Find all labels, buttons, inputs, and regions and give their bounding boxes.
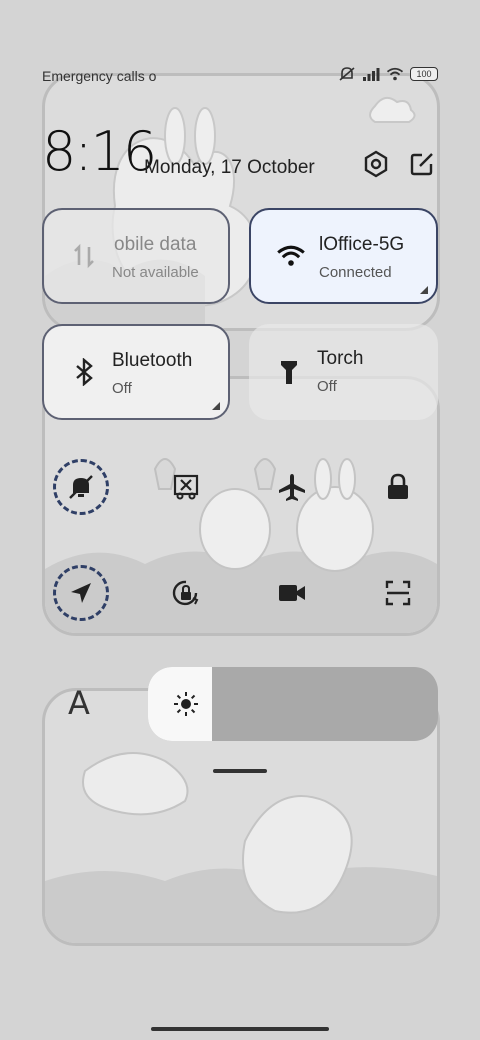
status-icons: 100	[338, 66, 438, 82]
expand-corner-icon[interactable]	[420, 286, 428, 294]
silent-mode-icon	[69, 475, 93, 499]
panel-drag-handle[interactable]	[213, 769, 267, 773]
wifi-icon	[386, 67, 404, 81]
sun-icon	[172, 690, 200, 723]
screenshot-button[interactable]	[158, 459, 214, 515]
location-button[interactable]	[53, 565, 109, 621]
tile-mobile-data-subtitle: Not available	[112, 264, 199, 281]
scanner-button[interactable]	[370, 565, 426, 621]
expand-corner-icon[interactable]	[212, 402, 220, 410]
tile-wifi[interactable]: lOffice-5G Connected	[249, 208, 438, 304]
auto-rotate-button[interactable]	[158, 565, 214, 621]
tile-wifi-subtitle: Connected	[319, 264, 392, 281]
tile-torch[interactable]: Torch Off	[249, 324, 438, 420]
auto-rotate-icon	[172, 580, 199, 606]
airplane-mode-icon	[279, 474, 305, 501]
screen-recorder-icon	[279, 585, 305, 601]
tile-bluetooth-subtitle: Off	[112, 380, 132, 397]
tile-wifi-title: lOffice-5G	[319, 234, 405, 255]
tile-torch-title: Torch	[317, 348, 364, 369]
scanner-icon	[385, 580, 411, 606]
clock-time: 8:16	[42, 120, 157, 183]
brightness-slider[interactable]	[148, 667, 438, 741]
signal-icon	[363, 68, 380, 81]
tile-torch-subtitle: Off	[317, 378, 337, 395]
mute-icon	[339, 67, 355, 81]
lock-screen-button[interactable]	[370, 459, 426, 515]
screenshot-icon	[173, 474, 199, 500]
lock-screen-icon	[388, 473, 408, 499]
home-indicator[interactable]	[151, 1027, 329, 1031]
status-carrier-text: Emergency calls o	[42, 68, 157, 84]
tile-bluetooth-title: Bluetooth	[112, 350, 193, 371]
torch-icon	[275, 358, 303, 386]
bluetooth-icon	[70, 358, 98, 386]
screen-recorder-button[interactable]	[264, 565, 320, 621]
wifi-icon	[277, 242, 305, 270]
settings-icon[interactable]	[362, 150, 390, 178]
battery-icon: 100	[410, 67, 438, 81]
edit-icon[interactable]	[408, 150, 436, 178]
auto-brightness-label[interactable]: A	[68, 684, 90, 722]
tile-bluetooth[interactable]: Bluetooth Off	[42, 324, 230, 420]
clock-date: Monday, 17 October	[144, 157, 315, 178]
location-icon	[71, 583, 91, 603]
airplane-mode-button[interactable]	[264, 459, 320, 515]
tile-mobile-data-title: obile data	[114, 234, 197, 255]
silent-mode-button[interactable]	[53, 459, 109, 515]
mobile-data-icon	[70, 242, 98, 270]
tile-mobile-data[interactable]: obile data Not available	[42, 208, 230, 304]
